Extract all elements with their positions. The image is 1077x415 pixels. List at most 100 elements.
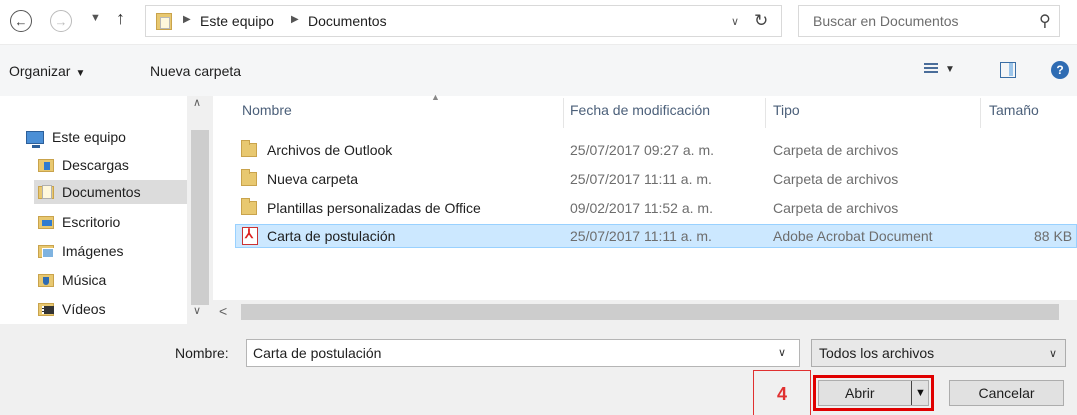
nav-item-label: Imágenes bbox=[62, 243, 124, 259]
chevron-down-icon: ∨ bbox=[1048, 348, 1057, 360]
folder-icon bbox=[241, 140, 257, 157]
horizontal-scrollbar-thumb[interactable] bbox=[241, 304, 1059, 320]
file-list: ▲ Nombre Fecha de modificación Tipo Tama… bbox=[213, 92, 1077, 324]
column-header-date[interactable]: Fecha de modificación bbox=[570, 102, 710, 118]
nav-item-imagenes[interactable]: Imágenes bbox=[34, 239, 187, 263]
file-row-carta-de-postulacion[interactable]: Carta de postulación 25/07/2017 11:11 a.… bbox=[235, 224, 1077, 248]
view-options-icon[interactable] bbox=[924, 63, 938, 77]
nav-scrollbar-thumb[interactable] bbox=[191, 130, 209, 305]
breadcrumb-separator-icon: ▶ bbox=[183, 14, 191, 25]
scroll-left-icon[interactable]: < bbox=[219, 303, 227, 319]
file-name: Nueva carpeta bbox=[267, 171, 359, 187]
arrow-up-icon: ↑ bbox=[116, 8, 125, 28]
sort-ascending-icon: ▲ bbox=[431, 92, 440, 102]
folder-icon bbox=[241, 169, 257, 186]
scroll-down-icon[interactable]: ∨ bbox=[193, 304, 201, 317]
refresh-icon[interactable]: ↻ bbox=[754, 11, 768, 31]
file-row-plantillas[interactable]: Plantillas personalizadas de Office 09/0… bbox=[235, 197, 1077, 221]
file-row-nueva-carpeta[interactable]: Nueva carpeta 25/07/2017 11:11 a. m. Car… bbox=[235, 168, 1077, 192]
music-folder-icon bbox=[38, 273, 54, 287]
file-name-input[interactable] bbox=[246, 339, 800, 367]
file-date: 25/07/2017 11:11 a. m. bbox=[570, 228, 712, 244]
address-box[interactable]: ▶ Este equipo ▶ Documentos ∨ ↻ bbox=[145, 5, 782, 37]
nav-item-descargas[interactable]: Descargas bbox=[34, 153, 187, 177]
arrow-right-icon: → bbox=[54, 13, 68, 29]
breadcrumb-separator-icon: ▶ bbox=[291, 14, 299, 25]
nav-item-escritorio[interactable]: Escritorio bbox=[34, 210, 187, 234]
dialog-footer: Nombre: ∨ Todos los archivos ∨ 4 Abrir ▼… bbox=[0, 324, 1077, 415]
nav-item-este-equipo[interactable]: Este equipo bbox=[26, 125, 186, 149]
file-size: 88 KB bbox=[1034, 228, 1073, 244]
command-bar: Organizar ▼ Nueva carpeta ▼ ? bbox=[0, 44, 1077, 96]
videos-folder-icon bbox=[38, 302, 54, 316]
column-header-name[interactable]: Nombre bbox=[242, 102, 292, 118]
downloads-folder-icon bbox=[38, 158, 54, 172]
folder-icon bbox=[156, 13, 172, 30]
breadcrumb-item[interactable]: Este equipo bbox=[200, 13, 274, 29]
caret-down-icon: ▼ bbox=[75, 68, 86, 79]
file-type-filter-value: Todos los archivos bbox=[819, 345, 935, 361]
arrow-left-icon: ← bbox=[14, 13, 28, 29]
file-date: 25/07/2017 11:11 a. m. bbox=[570, 171, 712, 187]
column-divider[interactable] bbox=[563, 98, 564, 128]
pdf-icon bbox=[242, 226, 258, 245]
new-folder-button[interactable]: Nueva carpeta bbox=[150, 63, 241, 79]
step-number-annotation: 4 bbox=[777, 384, 788, 404]
file-name: Carta de postulación bbox=[267, 228, 396, 244]
nav-item-label: Escritorio bbox=[62, 214, 121, 230]
column-divider[interactable] bbox=[765, 98, 766, 128]
search-icon[interactable]: ⚲ bbox=[1039, 11, 1051, 31]
chevron-down-icon[interactable]: ∨ bbox=[778, 346, 786, 359]
breadcrumb-item[interactable]: Documentos bbox=[308, 13, 387, 29]
address-bar-row: ← → ▼ ↑ ▶ Este equipo ▶ Documentos ∨ ↻ B… bbox=[0, 0, 1077, 44]
open-options-dropdown[interactable]: ▼ bbox=[911, 381, 929, 405]
computer-icon bbox=[26, 130, 44, 148]
help-icon[interactable]: ? bbox=[1051, 61, 1069, 79]
file-type-filter-select[interactable]: Todos los archivos ∨ bbox=[811, 339, 1066, 367]
nav-item-videos[interactable]: Vídeos bbox=[34, 297, 187, 321]
file-name: Archivos de Outlook bbox=[267, 142, 393, 158]
nav-item-documentos[interactable]: Documentos bbox=[34, 180, 187, 204]
column-divider[interactable] bbox=[980, 98, 981, 128]
caret-down-icon[interactable]: ▼ bbox=[945, 64, 955, 75]
search-placeholder: Buscar en Documentos bbox=[813, 13, 959, 29]
column-header-type[interactable]: Tipo bbox=[773, 102, 800, 118]
file-date: 09/02/2017 11:52 a. m. bbox=[570, 200, 713, 216]
file-type: Carpeta de archivos bbox=[773, 142, 899, 158]
cancel-button[interactable]: Cancelar bbox=[949, 380, 1064, 406]
nav-item-label: Descargas bbox=[62, 157, 129, 173]
new-folder-label: Nueva carpeta bbox=[150, 63, 242, 79]
scroll-up-icon[interactable]: ∧ bbox=[193, 96, 201, 109]
chevron-down-icon: ▼ bbox=[90, 12, 101, 24]
nav-item-label: Este equipo bbox=[52, 129, 126, 145]
up-button[interactable]: ↑ bbox=[116, 8, 125, 29]
file-type: Adobe Acrobat Document bbox=[773, 228, 933, 244]
folder-icon bbox=[241, 198, 257, 215]
forward-button[interactable]: → bbox=[50, 10, 72, 32]
organize-button[interactable]: Organizar ▼ bbox=[9, 63, 85, 79]
nav-item-label: Vídeos bbox=[62, 301, 106, 317]
search-input[interactable]: Buscar en Documentos ⚲ bbox=[798, 5, 1060, 37]
recent-locations-button[interactable]: ▼ bbox=[90, 12, 101, 24]
organize-label: Organizar bbox=[9, 63, 71, 79]
preview-pane-icon[interactable] bbox=[1000, 62, 1016, 78]
caret-down-icon: ▼ bbox=[915, 387, 926, 399]
chevron-down-icon[interactable]: ∨ bbox=[731, 15, 739, 28]
desktop-folder-icon bbox=[38, 215, 54, 229]
column-header-size[interactable]: Tamaño bbox=[989, 102, 1039, 118]
file-name: Plantillas personalizadas de Office bbox=[267, 200, 481, 216]
navigation-pane: Este equipo Descargas Documentos Escrito… bbox=[0, 96, 213, 324]
back-button[interactable]: ← bbox=[10, 10, 32, 32]
nav-item-label: Música bbox=[62, 272, 107, 288]
nav-item-musica[interactable]: Música bbox=[34, 268, 187, 292]
file-type: Carpeta de archivos bbox=[773, 171, 899, 187]
file-date: 25/07/2017 09:27 a. m. bbox=[570, 142, 714, 158]
pictures-folder-icon bbox=[38, 244, 54, 258]
open-button-label: Abrir bbox=[845, 385, 875, 401]
horizontal-scrollbar[interactable]: < bbox=[213, 300, 1077, 324]
file-type: Carpeta de archivos bbox=[773, 200, 899, 216]
file-row-archivos-de-outlook[interactable]: Archivos de Outlook 25/07/2017 09:27 a. … bbox=[235, 139, 1077, 163]
documents-folder-icon bbox=[38, 184, 54, 199]
file-name-label: Nombre: bbox=[175, 345, 229, 361]
nav-item-label: Documentos bbox=[62, 184, 141, 200]
